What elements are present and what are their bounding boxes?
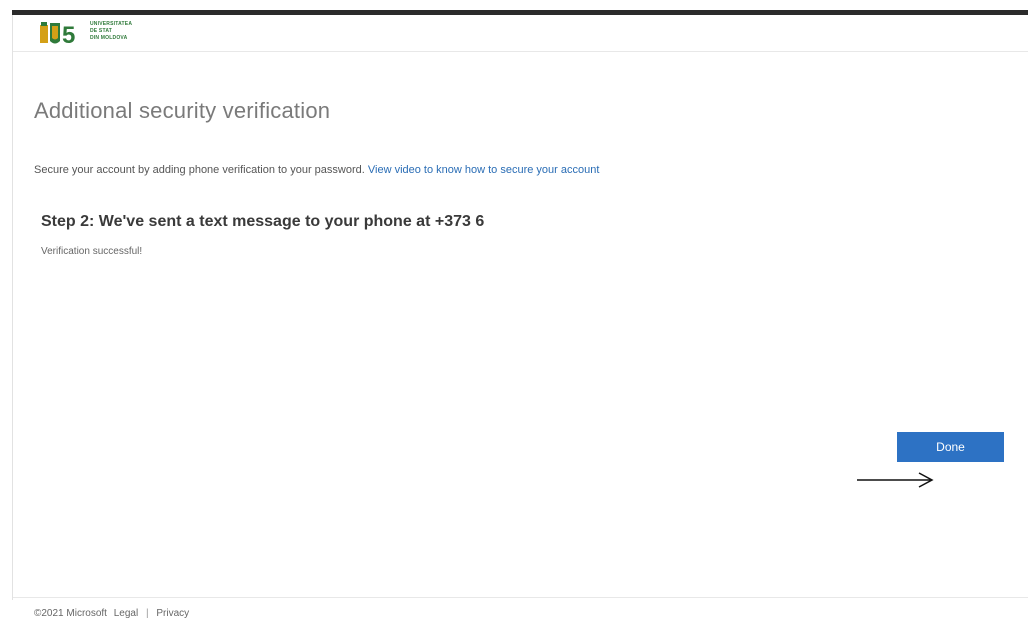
left-border	[12, 15, 13, 600]
step-heading: Step 2: We've sent a text message to you…	[41, 213, 485, 230]
logo-line: DE STAT	[90, 28, 113, 34]
footer-divider	[13, 597, 1028, 598]
copyright-text: ©2021 Microsoft	[34, 608, 107, 619]
header: 5 UNIVERSITATEA DE STAT DIN MOLDOVA	[13, 15, 1028, 52]
status-message: Verification successful!	[41, 246, 143, 257]
footer: ©2021 Microsoft Legal | Privacy	[34, 608, 189, 619]
intro-text: Secure your account by adding phone veri…	[34, 164, 599, 176]
view-video-link[interactable]: View video to know how to secure your ac…	[368, 164, 600, 176]
logo-line: UNIVERSITATEA	[90, 21, 133, 27]
privacy-link[interactable]: Privacy	[156, 608, 189, 619]
footer-separator: |	[146, 608, 149, 619]
university-crest-icon: 5	[40, 22, 75, 49]
page-title: Additional security verification	[34, 98, 331, 123]
legal-link[interactable]: Legal	[114, 608, 138, 619]
university-logo: 5 UNIVERSITATEA DE STAT DIN MOLDOVA	[38, 19, 168, 49]
done-button[interactable]: Done	[897, 432, 1004, 462]
right-arrow-icon	[857, 472, 934, 488]
logo-line: DIN MOLDOVA	[90, 35, 128, 41]
logo-text: UNIVERSITATEA DE STAT DIN MOLDOVA	[90, 21, 132, 42]
emblem-number: 5	[62, 22, 75, 47]
intro-description: Secure your account by adding phone veri…	[34, 164, 365, 176]
